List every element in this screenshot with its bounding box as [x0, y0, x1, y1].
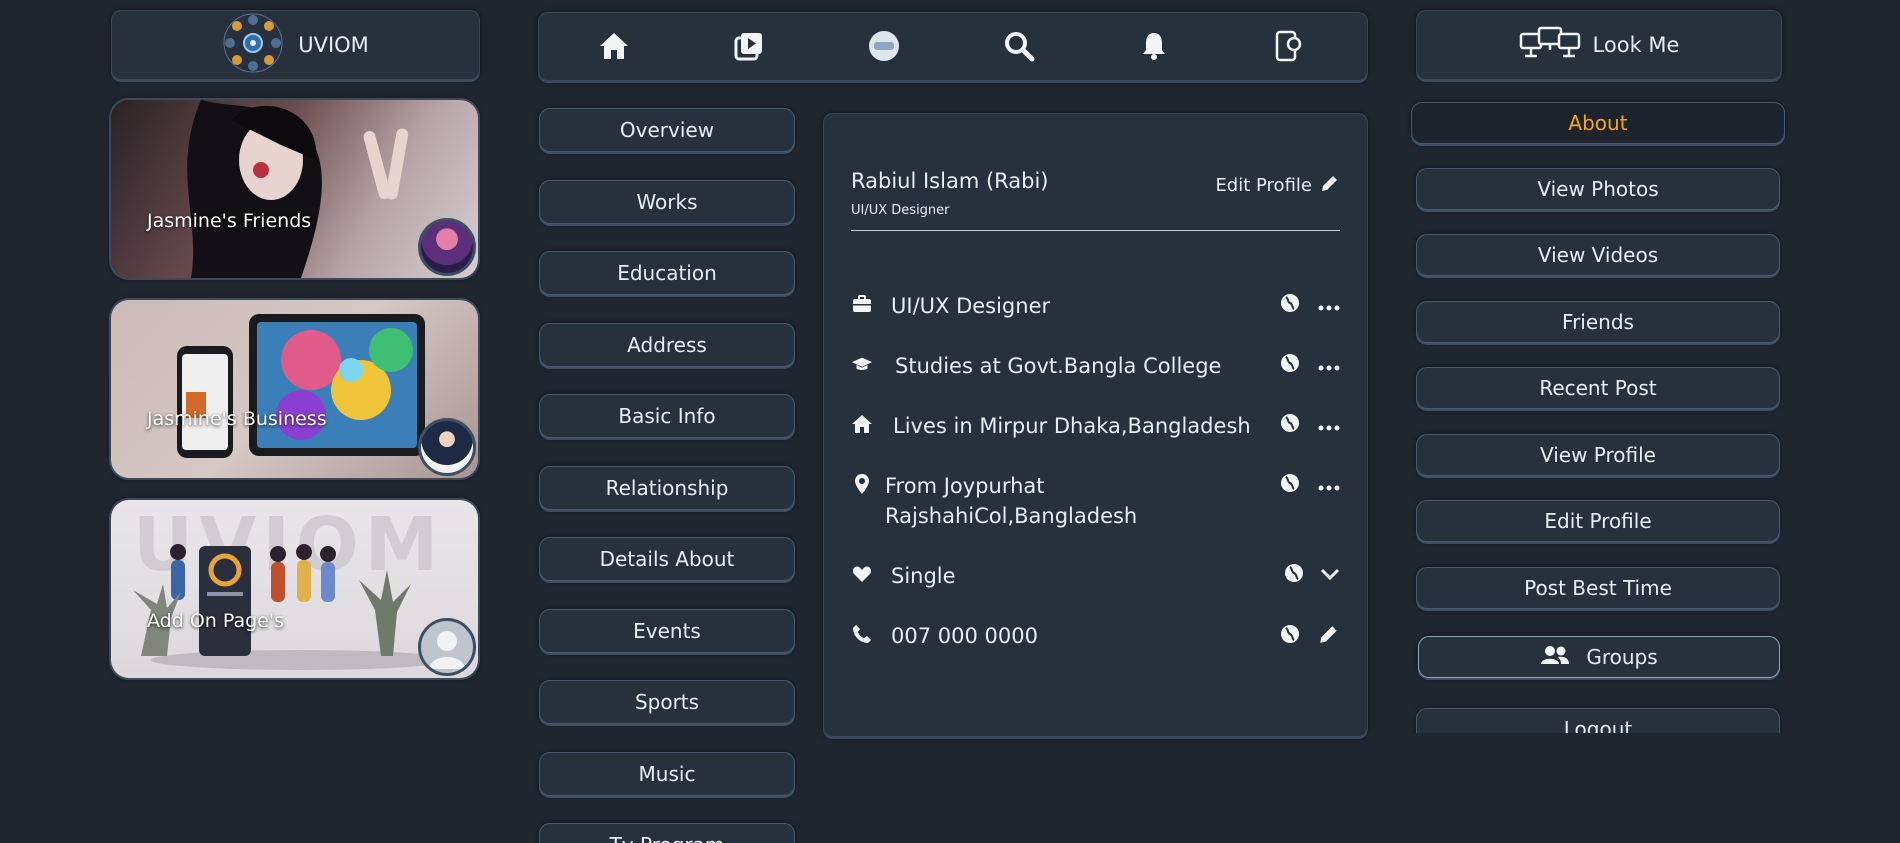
card-label: Jasmine's Business	[147, 408, 327, 430]
uviom-badge-icon[interactable]	[867, 29, 901, 63]
phone-settings-icon[interactable]	[1272, 29, 1306, 63]
globe-icon[interactable]	[1280, 293, 1300, 317]
bell-icon[interactable]	[1137, 29, 1171, 63]
about-panel: Rabiul Islam (Rabi) UI/UX Designer Edit …	[823, 113, 1368, 737]
home-icon[interactable]	[597, 29, 631, 63]
more-options-icon[interactable]	[1318, 296, 1340, 315]
page-card-business[interactable]: Jasmine's Business	[111, 300, 478, 478]
default-avatar-icon	[418, 618, 476, 676]
more-options-icon[interactable]	[1318, 416, 1340, 435]
menu-basic-info[interactable]: Basic Info	[539, 394, 795, 438]
pencil-icon	[1320, 173, 1340, 198]
menu-overview[interactable]: Overview	[539, 108, 795, 152]
brand-name: UVIOM	[298, 33, 369, 57]
menu-relationship[interactable]: Relationship	[539, 466, 795, 510]
view-photos-button[interactable]: View Photos	[1416, 168, 1780, 210]
info-text: 007 000 0000	[891, 624, 1038, 648]
top-navigation	[538, 12, 1368, 81]
profile-name: Rabiul Islam (Rabi)	[851, 169, 1049, 193]
brand-header[interactable]: UVIOM	[111, 10, 480, 80]
card-label: Add On Page's	[147, 610, 284, 632]
info-row-relationship: Single	[851, 561, 1340, 591]
menu-details-about[interactable]: Details About	[539, 537, 795, 581]
menu-sports[interactable]: Sports	[539, 680, 795, 724]
card-label: Jasmine's Friends	[147, 210, 312, 232]
menu-address[interactable]: Address	[539, 323, 795, 367]
edit-profile-label: Edit Profile	[1215, 175, 1312, 196]
groups-button[interactable]: Groups	[1418, 636, 1780, 678]
info-row-from: From Joypurhat RajshahiCol,Bangladesh	[851, 471, 1340, 531]
uviom-logo-icon	[222, 12, 284, 78]
video-library-icon[interactable]	[732, 29, 766, 63]
info-text: From Joypurhat RajshahiCol,Bangladesh	[885, 474, 1138, 528]
look-me-label: Look Me	[1592, 33, 1680, 57]
edit-profile-button[interactable]: Edit Profile	[1416, 500, 1780, 542]
info-row-work: UI/UX Designer	[851, 291, 1340, 321]
briefcase-icon	[851, 293, 873, 315]
menu-tv-program[interactable]: Tv Program	[539, 823, 795, 843]
info-row-phone: 007 000 0000	[851, 621, 1340, 651]
info-text: Lives in Mirpur Dhaka,Bangladesh	[893, 414, 1251, 438]
menu-music[interactable]: Music	[539, 752, 795, 796]
globe-icon[interactable]	[1280, 413, 1300, 437]
home-icon	[851, 413, 873, 435]
profile-role: UI/UX Designer	[851, 203, 950, 218]
view-videos-button[interactable]: View Videos	[1416, 234, 1780, 276]
friends-button[interactable]: Friends	[1416, 301, 1780, 343]
groups-icon	[1540, 645, 1570, 670]
menu-events[interactable]: Events	[539, 609, 795, 653]
groups-label: Groups	[1586, 645, 1658, 669]
look-me-header[interactable]: Look Me	[1416, 10, 1782, 80]
info-text: Single	[891, 564, 956, 588]
edit-profile-link[interactable]: Edit Profile	[1215, 173, 1340, 198]
tab-about[interactable]: About	[1411, 102, 1785, 144]
chevron-down-icon[interactable]	[1320, 566, 1340, 585]
globe-icon[interactable]	[1280, 473, 1300, 497]
page-card-add[interactable]: UVIOM Add On Page's	[111, 500, 478, 678]
business-avatar-icon	[418, 418, 476, 476]
phone-icon	[851, 623, 873, 645]
menu-works[interactable]: Works	[539, 180, 795, 224]
recent-post-button[interactable]: Recent Post	[1416, 367, 1780, 409]
search-icon[interactable]	[1002, 29, 1036, 63]
info-text: Studies at Govt.Bangla College	[895, 354, 1222, 378]
menu-education[interactable]: Education	[539, 251, 795, 295]
globe-icon[interactable]	[1280, 353, 1300, 377]
globe-icon[interactable]	[1280, 624, 1300, 648]
more-options-icon[interactable]	[1318, 476, 1340, 495]
more-options-icon[interactable]	[1318, 356, 1340, 375]
info-row-lives: Lives in Mirpur Dhaka,Bangladesh	[851, 411, 1340, 441]
logout-clip: Logout	[1410, 700, 1790, 733]
pencil-icon[interactable]	[1318, 623, 1340, 649]
heart-icon	[851, 563, 873, 585]
page-card-friends[interactable]: Jasmine's Friends	[111, 100, 478, 278]
globe-icon[interactable]	[1284, 563, 1304, 587]
location-pin-icon	[851, 473, 873, 495]
header-divider	[851, 230, 1340, 231]
anime-avatar-icon	[418, 218, 476, 276]
post-best-time-button[interactable]: Post Best Time	[1416, 567, 1780, 609]
view-profile-button[interactable]: View Profile	[1416, 434, 1780, 476]
multi-monitor-icon	[1519, 26, 1581, 65]
info-row-education: Studies at Govt.Bangla College	[851, 351, 1340, 381]
info-text: UI/UX Designer	[891, 294, 1051, 318]
logout-button[interactable]: Logout	[1416, 708, 1780, 733]
graduation-cap-icon	[851, 353, 873, 375]
